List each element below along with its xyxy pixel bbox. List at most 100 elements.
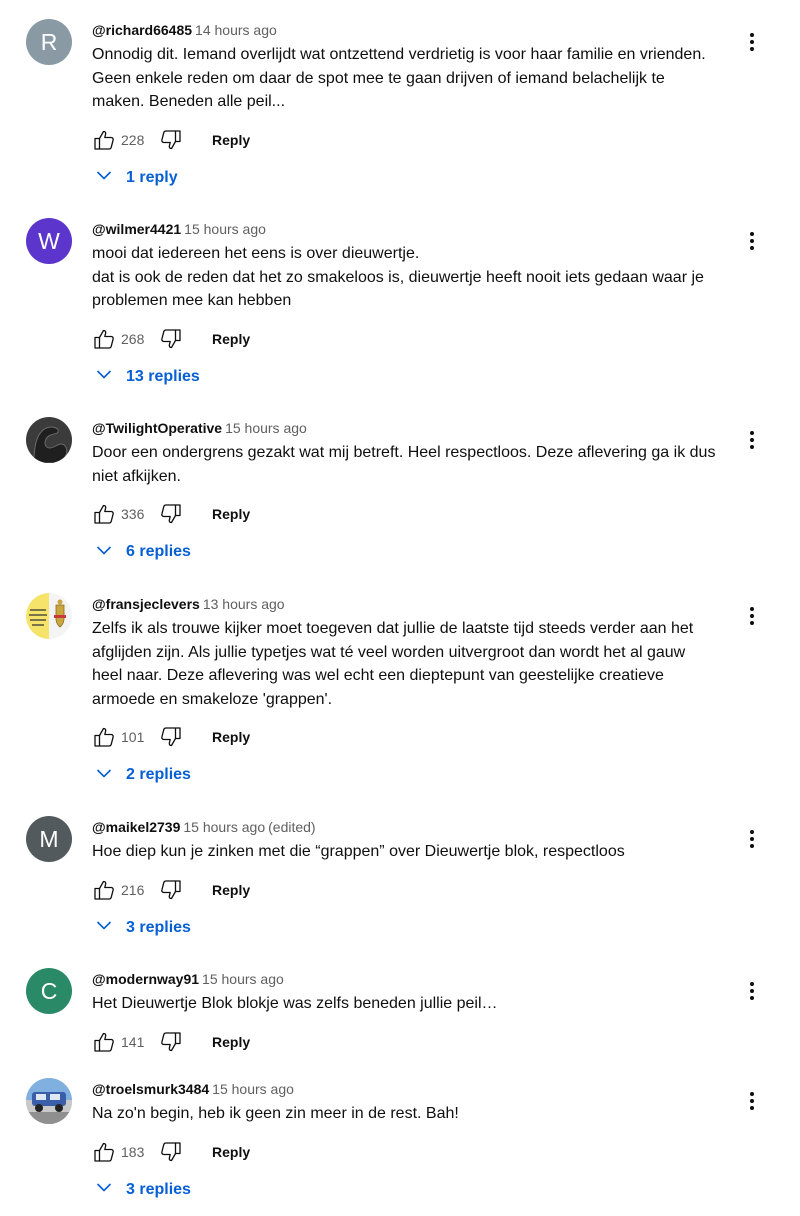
more-vert-icon[interactable] [742, 603, 762, 629]
avatar[interactable] [26, 1078, 72, 1124]
more-vert-icon[interactable] [742, 427, 762, 453]
like-count: 268 [121, 330, 145, 347]
comment-header: @wilmer4421 15 hours ago [92, 219, 742, 239]
chevron-down-icon [95, 541, 113, 564]
like-count: 141 [121, 1033, 145, 1050]
comment-author[interactable]: @modernway91 [92, 971, 199, 987]
comment-time[interactable]: 15 hours ago [212, 1081, 294, 1097]
comment-header: @troelsmurk3484 15 hours ago [92, 1079, 742, 1099]
chevron-down-icon [95, 365, 113, 388]
comment-text: mooi dat iedereen het eens is over dieuw… [92, 245, 704, 309]
thumbs-up-icon[interactable] [92, 502, 116, 526]
comment-header: @fransjeclevers 13 hours ago [92, 594, 742, 614]
comment-author[interactable]: @TwilightOperative [92, 420, 222, 436]
comment-header: @modernway91 15 hours ago [92, 969, 742, 989]
replies-count-label: 1 reply [126, 168, 178, 186]
comment-body: @wilmer4421 15 hours ago mooi dat iederee… [92, 218, 742, 389]
avatar-letter: C [40, 977, 58, 1004]
comment-text: Zelfs ik als trouwe kijker moet toegeven… [92, 620, 694, 708]
reply-button[interactable]: Reply [212, 882, 250, 898]
thumbs-down-icon[interactable] [159, 502, 183, 526]
avatar[interactable]: W [26, 218, 72, 264]
replies-count-label: 13 replies [126, 367, 200, 385]
emblem-avatar-icon [26, 593, 72, 639]
thumbs-up-icon[interactable] [92, 327, 116, 351]
comment-actions: 101 Reply [92, 725, 742, 749]
comment-time[interactable]: 13 hours ago [203, 596, 285, 612]
thumbs-down-icon[interactable] [159, 1030, 183, 1054]
thumbs-up-icon[interactable] [92, 1030, 116, 1054]
thumbs-up-icon[interactable] [92, 128, 116, 152]
comment-text: Hoe diep kun je zinken met die “grappen”… [92, 843, 625, 860]
photo-avatar-icon [26, 1078, 72, 1124]
chevron-down-icon [95, 764, 113, 787]
thumbs-down-icon[interactable] [159, 725, 183, 749]
comment-actions: 228 Reply [92, 128, 742, 152]
more-vert-icon[interactable] [742, 29, 762, 55]
view-replies-button[interactable]: 2 replies [95, 763, 742, 787]
comment-header: @TwilightOperative 15 hours ago [92, 418, 742, 438]
view-replies-button[interactable]: 13 replies [95, 365, 742, 389]
comment-time[interactable]: 14 hours ago [195, 22, 277, 38]
reply-button[interactable]: Reply [212, 331, 250, 347]
reply-button[interactable]: Reply [212, 1034, 250, 1050]
comment-actions: 336 Reply [92, 502, 742, 526]
avatar[interactable]: C [26, 968, 72, 1014]
comment-body: @TwilightOperative 15 hours ago Door een … [92, 417, 742, 564]
reply-button[interactable]: Reply [212, 729, 250, 745]
avatar[interactable]: M [26, 816, 72, 862]
view-replies-button[interactable]: 1 reply [95, 166, 742, 190]
thumbs-up-icon[interactable] [92, 1140, 116, 1164]
reply-button[interactable]: Reply [212, 1144, 250, 1160]
more-vert-icon[interactable] [742, 978, 762, 1004]
comment-text: Door een ondergrens gezakt wat mij betre… [92, 444, 716, 485]
chevron-down-icon [95, 1178, 113, 1201]
comment-actions: 216 Reply [92, 878, 742, 902]
comment-body: @richard66485 14 hours ago Onnodig dit. I… [92, 19, 742, 190]
comment-time[interactable]: 15 hours ago [225, 420, 307, 436]
comment-author[interactable]: @richard66485 [92, 22, 192, 38]
avatar[interactable]: R [26, 19, 72, 65]
more-vert-icon[interactable] [742, 228, 762, 254]
comment-time[interactable]: 15 hours ago [202, 971, 284, 987]
view-replies-button[interactable]: 6 replies [95, 540, 742, 564]
avatar[interactable] [26, 417, 72, 463]
more-vert-icon[interactable] [742, 826, 762, 852]
thumbs-down-icon[interactable] [159, 327, 183, 351]
comment-body: @fransjeclevers 13 hours ago Zelfs ik als… [92, 593, 742, 787]
view-replies-button[interactable]: 3 replies [95, 916, 742, 940]
thumbs-up-icon[interactable] [92, 725, 116, 749]
edited-label: (edited) [268, 819, 316, 835]
comment-author[interactable]: @troelsmurk3484 [92, 1081, 209, 1097]
comment-actions: 141 Reply [92, 1030, 742, 1054]
more-vert-icon[interactable] [742, 1088, 762, 1114]
comment-header: @richard66485 14 hours ago [92, 20, 742, 40]
comment-author[interactable]: @fransjeclevers [92, 596, 200, 612]
reply-button[interactable]: Reply [212, 132, 250, 148]
comment-text: Het Dieuwertje Blok blokje was zelfs ben… [92, 995, 498, 1012]
thumbs-down-icon[interactable] [159, 878, 183, 902]
comment-time[interactable]: 15 hours ago [184, 221, 266, 237]
like-count: 216 [121, 881, 145, 898]
like-count: 228 [121, 131, 145, 148]
replies-count-label: 3 replies [126, 918, 191, 936]
replies-count-label: 2 replies [126, 766, 191, 783]
comment-time[interactable]: 15 hours ago [183, 819, 265, 835]
comment-author[interactable]: @wilmer4421 [92, 221, 181, 237]
arm-silhouette-icon [33, 426, 68, 463]
avatar-letter: M [39, 825, 59, 852]
thumbs-down-icon[interactable] [159, 1140, 183, 1164]
avatar-letter: W [38, 227, 60, 254]
comment-author[interactable]: @maikel2739 [92, 819, 180, 835]
reply-button[interactable]: Reply [212, 506, 250, 522]
comment-actions: 268 Reply [92, 327, 742, 351]
avatar[interactable] [26, 593, 72, 639]
thumbs-down-icon[interactable] [159, 128, 183, 152]
comment-body: @modernway91 15 hours ago Het Dieuwertje … [92, 968, 742, 1054]
view-replies-button[interactable]: 3 replies [95, 1178, 742, 1202]
comment-body: @troelsmurk3484 15 hours ago Na zo'n begi… [92, 1078, 742, 1202]
comment-actions: 183 Reply [92, 1140, 742, 1164]
replies-count-label: 3 replies [126, 1180, 191, 1198]
thumbs-up-icon[interactable] [92, 878, 116, 902]
avatar-letter: R [40, 28, 58, 55]
